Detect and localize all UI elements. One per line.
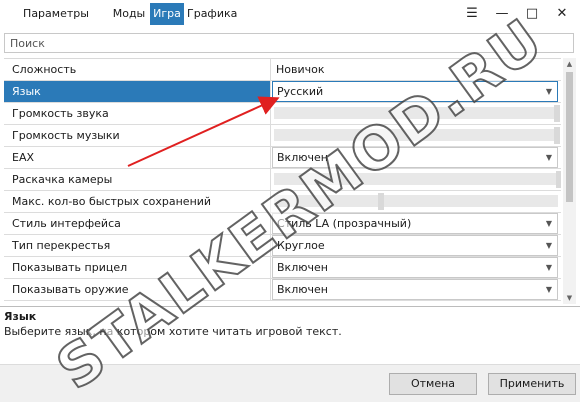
setting-row-show-crosshair[interactable]: Показывать прицел Включен ▼ — [4, 257, 561, 279]
slider-thumb[interactable] — [554, 105, 560, 122]
chevron-down-icon[interactable]: ▼ — [546, 280, 552, 299]
setting-label: Громкость звука — [4, 103, 271, 124]
setting-row-music-volume[interactable]: Громкость музыки — [4, 125, 561, 147]
chevron-down-icon[interactable]: ▼ — [546, 148, 552, 167]
description-panel: Язык Выберите язык, на котором хотите чи… — [0, 306, 580, 365]
show-crosshair-select[interactable]: Включен ▼ — [272, 257, 558, 278]
show-weapon-select[interactable]: Включен ▼ — [272, 279, 558, 300]
select-value: Включен — [277, 151, 328, 164]
setting-label: Показывать прицел — [4, 257, 271, 278]
music-volume-slider[interactable] — [274, 129, 558, 141]
minimize-icon[interactable]: — — [492, 4, 512, 24]
eax-select[interactable]: Включен ▼ — [272, 147, 558, 168]
tab-mods[interactable]: Моды — [110, 3, 148, 25]
description-title: Язык — [4, 310, 37, 323]
setting-row-language[interactable]: Язык Русский ▼ — [4, 81, 561, 103]
setting-row-camera-sway[interactable]: Раскачка камеры — [4, 169, 561, 191]
vertical-scrollbar[interactable]: ▲ ▼ — [563, 58, 576, 304]
slider-thumb[interactable] — [378, 193, 384, 210]
setting-row-eax[interactable]: EAX Включен ▼ — [4, 147, 561, 169]
apply-button[interactable]: Применить — [488, 373, 576, 395]
slider-thumb[interactable] — [554, 127, 560, 144]
setting-label: Стиль интерфейса — [4, 213, 271, 234]
chevron-down-icon[interactable]: ▼ — [546, 258, 552, 277]
scroll-up-icon[interactable]: ▲ — [563, 58, 576, 70]
setting-label: Тип перекрестья — [4, 235, 271, 256]
menu-icon[interactable]: ☰ — [462, 4, 482, 24]
tab-launch-params[interactable]: Параметры запуска — [4, 3, 108, 42]
chevron-down-icon[interactable]: ▼ — [546, 82, 552, 101]
setting-label: Язык — [4, 81, 271, 102]
settings-grid: Сложность Новичок Язык Русский ▼ Громкос… — [4, 58, 561, 305]
description-text: Выберите язык, на котором хотите читать … — [4, 325, 342, 338]
setting-label: Показывать оружие — [4, 279, 271, 300]
setting-label: Громкость музыки — [4, 125, 271, 146]
setting-row-ui-style[interactable]: Стиль интерфейса Стиль LA (прозрачный) ▼ — [4, 213, 561, 235]
quicksaves-slider[interactable] — [274, 195, 558, 207]
select-value: Русский — [277, 85, 324, 98]
cancel-button[interactable]: Отмена — [389, 373, 477, 395]
select-value: Круглое — [277, 239, 325, 252]
slider-thumb[interactable] — [556, 171, 561, 188]
language-select[interactable]: Русский ▼ — [272, 81, 558, 102]
close-icon[interactable]: ✕ — [552, 4, 572, 24]
setting-label: Макс. кол-во быстрых сохранений — [4, 191, 271, 212]
camera-sway-slider[interactable] — [274, 173, 558, 185]
setting-row-crosshair-type[interactable]: Тип перекрестья Круглое ▼ — [4, 235, 561, 257]
setting-row-quicksaves[interactable]: Макс. кол-во быстрых сохранений — [4, 191, 561, 213]
select-value: Включен — [277, 261, 328, 274]
scroll-down-icon[interactable]: ▼ — [563, 292, 576, 304]
setting-label: Сложность — [4, 59, 271, 80]
setting-row-show-weapon[interactable]: Показывать оружие Включен ▼ — [4, 279, 561, 301]
chevron-down-icon[interactable]: ▼ — [546, 236, 552, 255]
setting-row-difficulty[interactable]: Сложность Новичок — [4, 59, 561, 81]
search-input[interactable] — [4, 33, 574, 53]
chevron-down-icon[interactable]: ▼ — [546, 214, 552, 233]
tab-game[interactable]: Игра — [150, 3, 184, 25]
setting-label: Раскачка камеры — [4, 169, 271, 190]
tab-graphics[interactable]: Графика — [187, 3, 237, 25]
title-bar: Параметры запуска Моды Игра Графика ☰ — … — [0, 0, 580, 42]
select-value: Стиль LA (прозрачный) — [277, 217, 412, 230]
scrollbar-thumb[interactable] — [566, 72, 573, 202]
footer: Отмена Применить — [0, 364, 580, 402]
ui-style-select[interactable]: Стиль LA (прозрачный) ▼ — [272, 213, 558, 234]
setting-value[interactable]: Новичок — [272, 59, 561, 80]
setting-label: EAX — [4, 147, 271, 168]
crosshair-type-select[interactable]: Круглое ▼ — [272, 235, 558, 256]
sound-volume-slider[interactable] — [274, 107, 558, 119]
select-value: Включен — [277, 283, 328, 296]
maximize-icon[interactable]: □ — [522, 4, 542, 24]
setting-row-sound-volume[interactable]: Громкость звука — [4, 103, 561, 125]
